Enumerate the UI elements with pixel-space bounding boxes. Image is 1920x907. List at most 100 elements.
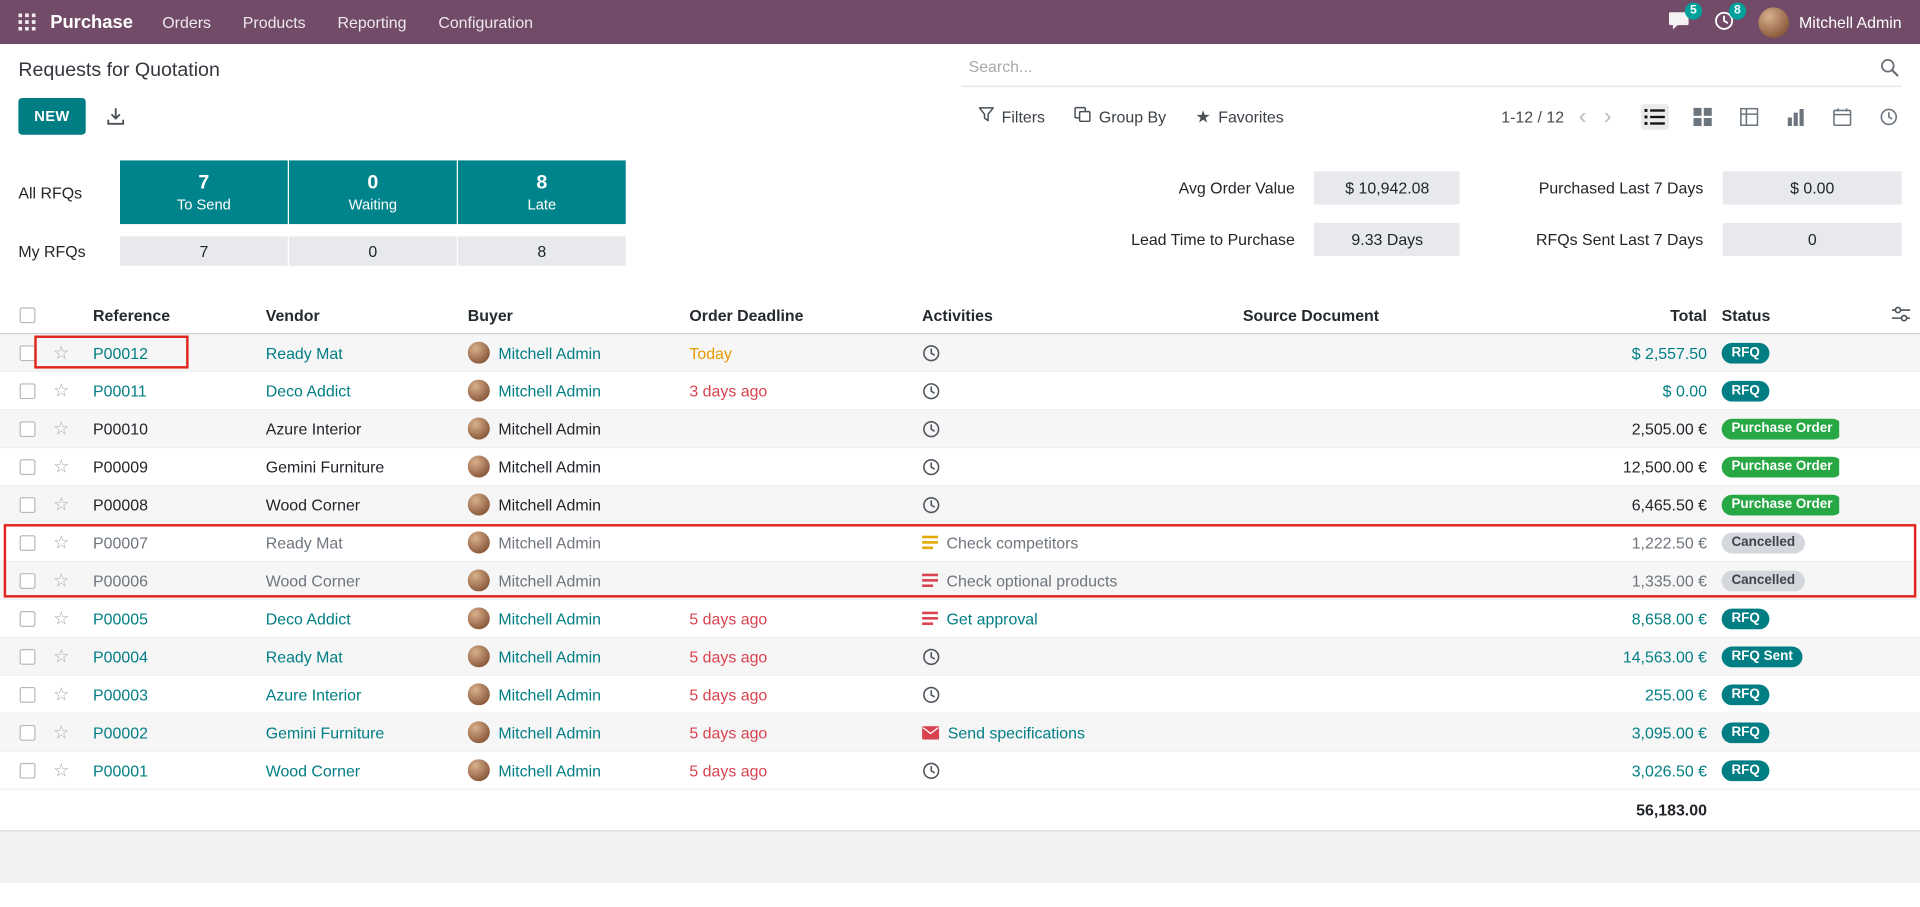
my-late-count[interactable]: 8 bbox=[458, 236, 626, 265]
header-source-document[interactable]: Source Document bbox=[1243, 306, 1548, 324]
favorite-star-icon[interactable]: ☆ bbox=[43, 571, 80, 589]
reference-cell[interactable]: P00003 bbox=[80, 685, 266, 703]
header-order-deadline[interactable]: Order Deadline bbox=[689, 306, 922, 324]
apps-menu-icon[interactable] bbox=[18, 13, 35, 30]
calendar-view-icon[interactable] bbox=[1829, 103, 1855, 129]
my-waiting-count[interactable]: 0 bbox=[289, 236, 457, 265]
optional-columns-icon[interactable] bbox=[1892, 307, 1910, 325]
table-row[interactable]: ☆ P00004 Ready Mat Mitchell Admin 5 days… bbox=[0, 638, 1920, 676]
menu-reporting[interactable]: Reporting bbox=[337, 13, 406, 31]
header-total[interactable]: Total bbox=[1548, 306, 1707, 324]
search-bar[interactable] bbox=[961, 54, 1901, 87]
reference-cell[interactable]: P00005 bbox=[80, 609, 266, 627]
clock-icon[interactable] bbox=[922, 343, 940, 361]
header-buyer[interactable]: Buyer bbox=[468, 306, 690, 324]
messages-button[interactable]: 5 bbox=[1668, 10, 1690, 33]
clock-icon[interactable] bbox=[922, 457, 940, 475]
kanban-view-icon[interactable] bbox=[1690, 103, 1716, 129]
favorites-button[interactable]: ★ Favorites bbox=[1195, 107, 1283, 125]
graph-view-icon[interactable] bbox=[1783, 103, 1809, 129]
card-to-send[interactable]: 7 To Send bbox=[120, 160, 288, 224]
new-button[interactable]: NEW bbox=[18, 98, 85, 135]
search-input[interactable] bbox=[966, 56, 1879, 77]
table-row[interactable]: ☆ P00006 Wood Corner Mitchell Admin Chec… bbox=[0, 562, 1920, 600]
row-checkbox[interactable] bbox=[19, 421, 35, 437]
activity-view-icon[interactable] bbox=[1876, 103, 1902, 129]
export-download-icon[interactable] bbox=[106, 107, 124, 125]
reference-cell[interactable]: P00002 bbox=[80, 723, 266, 741]
envelope-icon[interactable] bbox=[922, 726, 939, 739]
header-activities[interactable]: Activities bbox=[922, 306, 1243, 324]
my-to-send-count[interactable]: 7 bbox=[120, 236, 288, 265]
row-checkbox[interactable] bbox=[19, 762, 35, 778]
reference-cell[interactable]: P00011 bbox=[80, 381, 266, 399]
all-rfqs-label[interactable]: All RFQs bbox=[18, 183, 118, 201]
reference-cell[interactable]: P00012 bbox=[80, 343, 266, 361]
list-icon[interactable] bbox=[922, 535, 938, 550]
favorite-star-icon[interactable]: ☆ bbox=[43, 685, 80, 703]
pager-previous-icon[interactable]: ‹ bbox=[1576, 105, 1589, 128]
clock-icon[interactable] bbox=[922, 381, 940, 399]
row-checkbox[interactable] bbox=[19, 686, 35, 702]
favorite-star-icon[interactable]: ☆ bbox=[43, 381, 80, 399]
activities-button[interactable]: 8 bbox=[1715, 10, 1735, 33]
menu-configuration[interactable]: Configuration bbox=[438, 13, 533, 31]
favorite-star-icon[interactable]: ☆ bbox=[43, 723, 80, 741]
card-waiting[interactable]: 0 Waiting bbox=[289, 160, 457, 224]
table-row[interactable]: ☆ P00012 Ready Mat Mitchell Admin Today … bbox=[0, 334, 1920, 372]
pager-next-icon[interactable]: › bbox=[1601, 105, 1614, 128]
list-icon[interactable] bbox=[922, 611, 938, 626]
clock-icon[interactable] bbox=[922, 647, 940, 665]
menu-products[interactable]: Products bbox=[243, 13, 306, 31]
my-rfqs-label[interactable]: My RFQs bbox=[18, 242, 118, 260]
table-row[interactable]: ☆ P00011 Deco Addict Mitchell Admin 3 da… bbox=[0, 372, 1920, 410]
list-view-icon[interactable] bbox=[1641, 103, 1669, 129]
favorite-star-icon[interactable]: ☆ bbox=[43, 609, 80, 627]
table-row[interactable]: ☆ P00005 Deco Addict Mitchell Admin 5 da… bbox=[0, 600, 1920, 638]
table-row[interactable]: ☆ P00007 Ready Mat Mitchell Admin Check … bbox=[0, 524, 1920, 562]
user-menu[interactable]: Mitchell Admin bbox=[1759, 7, 1902, 38]
row-checkbox[interactable] bbox=[19, 497, 35, 513]
clock-icon[interactable] bbox=[922, 419, 940, 437]
select-all-checkbox[interactable] bbox=[19, 307, 35, 323]
favorite-star-icon[interactable]: ☆ bbox=[43, 457, 80, 475]
favorite-star-icon[interactable]: ☆ bbox=[43, 533, 80, 551]
search-icon[interactable] bbox=[1880, 57, 1900, 77]
row-checkbox[interactable] bbox=[19, 648, 35, 664]
reference-cell[interactable]: P00001 bbox=[80, 761, 266, 779]
header-status[interactable]: Status bbox=[1707, 306, 1839, 324]
group-by-button[interactable]: Group By bbox=[1074, 107, 1166, 127]
header-reference[interactable]: Reference bbox=[80, 306, 266, 324]
pivot-view-icon[interactable] bbox=[1736, 103, 1762, 129]
app-name[interactable]: Purchase bbox=[50, 12, 133, 33]
favorite-star-icon[interactable]: ☆ bbox=[43, 761, 80, 779]
table-row[interactable]: ☆ P00001 Wood Corner Mitchell Admin 5 da… bbox=[0, 752, 1920, 790]
row-checkbox[interactable] bbox=[19, 572, 35, 588]
row-checkbox[interactable] bbox=[19, 345, 35, 361]
header-vendor[interactable]: Vendor bbox=[266, 306, 468, 324]
table-row[interactable]: ☆ P00009 Gemini Furniture Mitchell Admin… bbox=[0, 448, 1920, 486]
clock-icon[interactable] bbox=[922, 761, 940, 779]
list-icon[interactable] bbox=[922, 573, 938, 588]
table-row[interactable]: ☆ P00003 Azure Interior Mitchell Admin 5… bbox=[0, 676, 1920, 714]
clock-icon[interactable] bbox=[922, 685, 940, 703]
menu-orders[interactable]: Orders bbox=[162, 13, 211, 31]
favorite-star-icon[interactable]: ☆ bbox=[43, 419, 80, 437]
reference-cell[interactable]: P00004 bbox=[80, 647, 266, 665]
favorite-star-icon[interactable]: ☆ bbox=[43, 647, 80, 665]
reference-cell[interactable]: P00007 bbox=[80, 533, 266, 551]
reference-cell[interactable]: P00009 bbox=[80, 457, 266, 475]
favorite-star-icon[interactable]: ☆ bbox=[43, 495, 80, 513]
reference-cell[interactable]: P00010 bbox=[80, 419, 266, 437]
row-checkbox[interactable] bbox=[19, 724, 35, 740]
reference-cell[interactable]: P00008 bbox=[80, 495, 266, 513]
row-checkbox[interactable] bbox=[19, 383, 35, 399]
card-late[interactable]: 8 Late bbox=[458, 160, 626, 224]
row-checkbox[interactable] bbox=[19, 534, 35, 550]
table-row[interactable]: ☆ P00002 Gemini Furniture Mitchell Admin… bbox=[0, 714, 1920, 752]
table-row[interactable]: ☆ P00010 Azure Interior Mitchell Admin 2… bbox=[0, 410, 1920, 448]
filters-button[interactable]: Filters bbox=[978, 107, 1045, 127]
table-row[interactable]: ☆ P00008 Wood Corner Mitchell Admin 6,46… bbox=[0, 486, 1920, 524]
favorite-star-icon[interactable]: ☆ bbox=[43, 343, 80, 361]
row-checkbox[interactable] bbox=[19, 610, 35, 626]
